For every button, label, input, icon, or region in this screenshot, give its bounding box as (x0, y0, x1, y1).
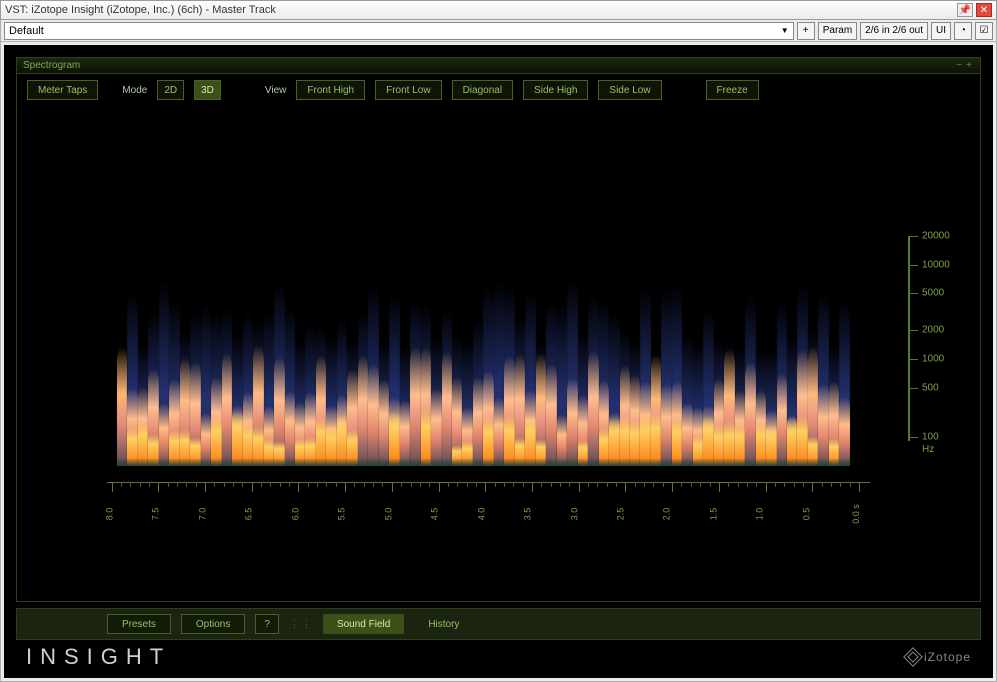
spectrogram-view[interactable]: Hz 2000010000500020001000500100 8.07.57.… (17, 106, 980, 601)
enable-checkbox[interactable]: ☑ (975, 22, 993, 40)
options-button[interactable]: Options (181, 614, 245, 634)
view-label: View (265, 85, 287, 96)
help-button[interactable]: ? (255, 614, 279, 634)
freq-tick-label: 5000 (922, 288, 944, 299)
bottom-bar: Presets Options ? ⋮⋮ Sound Field History (16, 608, 981, 640)
view-front-high-button[interactable]: Front High (296, 80, 365, 100)
io-routing-button[interactable]: 2/6 in 2/6 out (860, 22, 928, 40)
panel-header: Spectrogram − + (17, 58, 980, 74)
add-preset-button[interactable]: + (797, 22, 815, 40)
view-diagonal-button[interactable]: Diagonal (452, 80, 513, 100)
preset-value: Default (9, 25, 44, 37)
freq-tick-label: 500 (922, 382, 939, 393)
time-tick-label: 7.5 (151, 508, 169, 521)
plugin-footer: INSIGHT iZotope (16, 640, 981, 674)
view-side-high-button[interactable]: Side High (523, 80, 588, 100)
chevron-down-icon: ▼ (781, 26, 789, 35)
host-toolbar: Default ▼ + Param 2/6 in 2/6 out UI ◔ ☑ (0, 20, 997, 42)
time-tick-label: 3.0 (569, 508, 587, 521)
close-button[interactable]: ✕ (976, 3, 992, 17)
time-tick-label: 3.5 (522, 508, 540, 521)
preset-select[interactable]: Default ▼ (4, 22, 794, 40)
freeze-button[interactable]: Freeze (706, 80, 759, 100)
panel-collapse-minus[interactable]: − (954, 60, 964, 71)
time-tick-label: 4.0 (476, 508, 494, 521)
tab-history[interactable]: History (414, 614, 473, 634)
time-tick-label: 6.0 (290, 508, 308, 521)
time-tick-label: 6.5 (244, 508, 262, 521)
meter-taps-button[interactable]: Meter Taps (27, 80, 98, 100)
vendor-name: iZotope (924, 650, 971, 664)
vendor-logo: iZotope (906, 650, 971, 664)
view-side-low-button[interactable]: Side Low (598, 80, 661, 100)
time-tick-label: 2.5 (615, 508, 633, 521)
bypass-button[interactable]: ◔ (954, 22, 972, 40)
time-tick-label: 8.0 (104, 508, 122, 521)
time-tick-label: 4.5 (429, 508, 447, 521)
time-tick-label: 1.0 (755, 508, 773, 521)
ui-mode-button[interactable]: UI (931, 22, 951, 40)
view-front-low-button[interactable]: Front Low (375, 80, 441, 100)
param-button[interactable]: Param (818, 22, 857, 40)
mode-2d-button[interactable]: 2D (157, 80, 184, 100)
panel-toolbar: Meter Taps Mode 2D 3D View Front High Fr… (17, 74, 980, 106)
mode-label: Mode (122, 85, 147, 96)
time-tick-label: 0.5 (801, 508, 819, 521)
time-tick-label: 0.0 s (851, 504, 869, 524)
freq-tick-label: 20000 (922, 231, 950, 242)
freq-tick-label: 2000 (922, 325, 944, 336)
freq-tick-label: 1000 (922, 354, 944, 365)
frequency-unit: Hz (922, 444, 934, 455)
panel-title: Spectrogram (23, 60, 954, 71)
product-logo: INSIGHT (26, 644, 171, 670)
freq-tick-label: 10000 (922, 259, 950, 270)
pin-icon[interactable]: 📌 (957, 3, 973, 17)
izotope-icon (903, 647, 923, 667)
presets-button[interactable]: Presets (107, 614, 171, 634)
freq-tick-label: 100 (922, 431, 939, 442)
time-tick-label: 1.5 (708, 508, 726, 521)
time-tick-label: 5.5 (337, 508, 355, 521)
spectrogram-surface (117, 256, 850, 466)
plugin-frame: Spectrogram − + Meter Taps Mode 2D 3D Vi… (4, 45, 993, 678)
panel-collapse-plus[interactable]: + (964, 60, 974, 71)
time-tick-label: 5.0 (383, 508, 401, 521)
time-axis-labels: 8.0 7.5 7.0 6.5 6.0 5.5 5.0 4.5 4.0 3.5 3.0 2.5 2.0 1… (107, 505, 870, 523)
time-axis-ticks (112, 482, 860, 496)
time-tick-label: 2.0 (662, 508, 680, 521)
mode-3d-button[interactable]: 3D (194, 80, 221, 100)
time-tick-label: 7.0 (197, 508, 215, 521)
frequency-axis: Hz 2000010000500020001000500100 (908, 236, 910, 441)
window-titlebar: VST: iZotope Insight (iZotope, Inc.) (6c… (0, 0, 997, 20)
window-title: VST: iZotope Insight (iZotope, Inc.) (6c… (5, 4, 957, 16)
plugin-host-area: Spectrogram − + Meter Taps Mode 2D 3D Vi… (0, 42, 997, 682)
grip-dots-icon: ⋮⋮ (289, 618, 313, 631)
spectrogram-panel: Spectrogram − + Meter Taps Mode 2D 3D Vi… (16, 57, 981, 602)
tab-sound-field[interactable]: Sound Field (323, 614, 404, 634)
